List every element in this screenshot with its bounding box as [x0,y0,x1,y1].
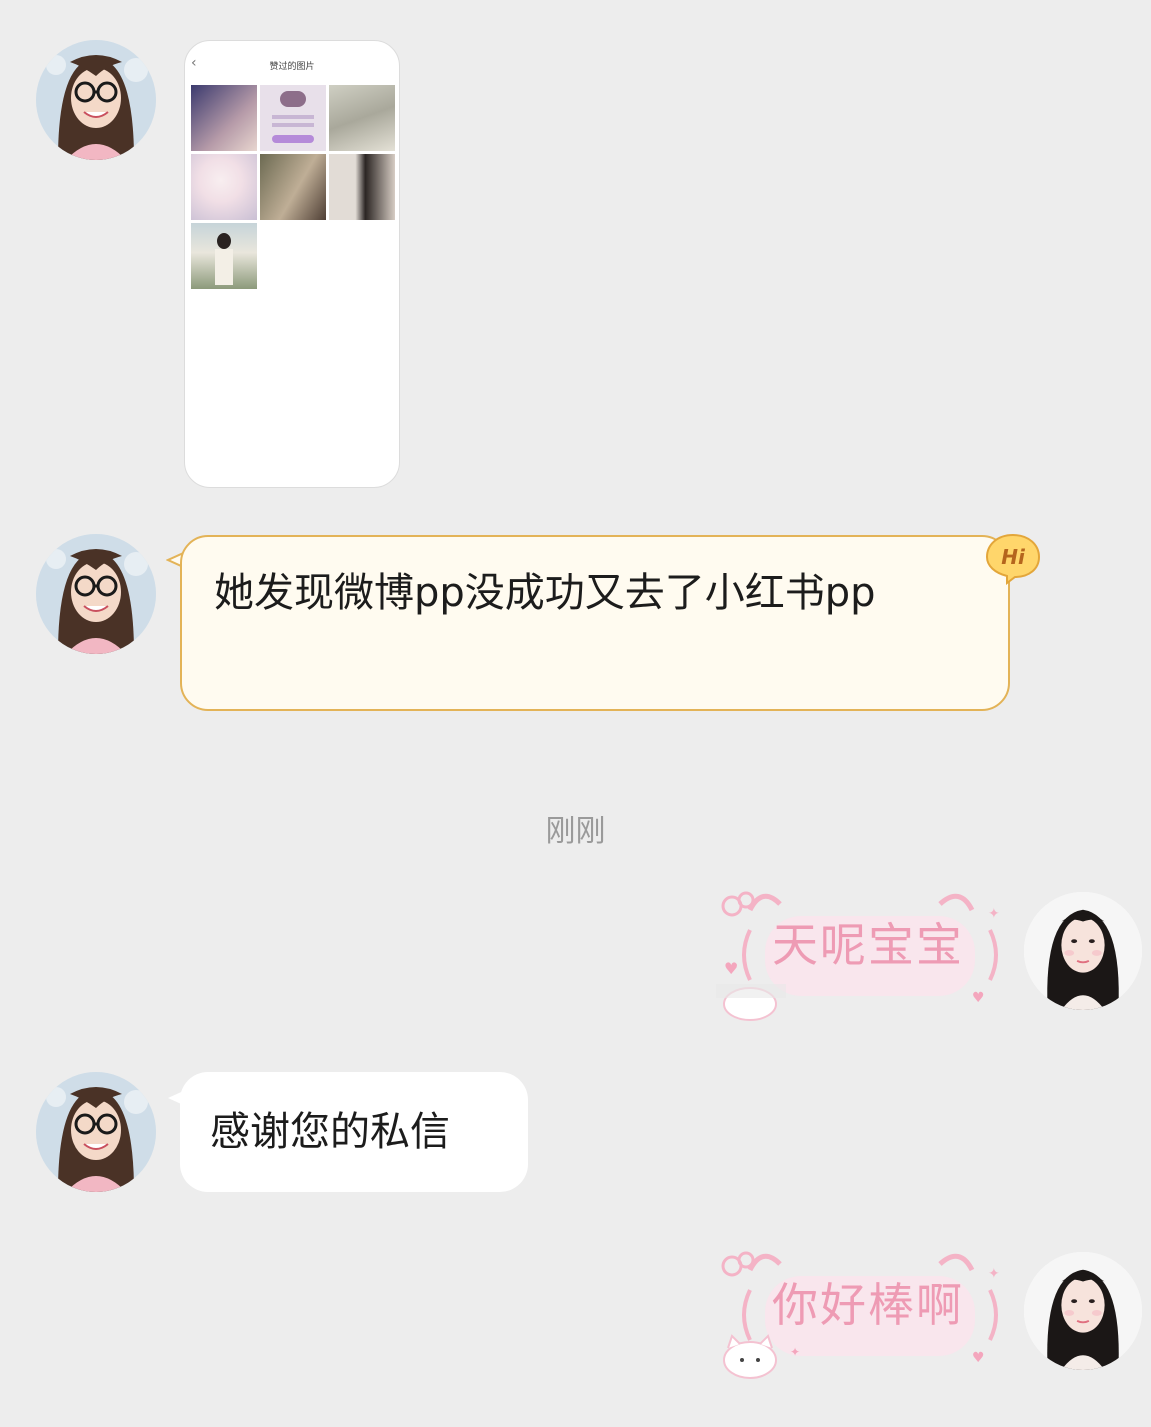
svg-text:♥: ♥ [972,1350,985,1366]
shared-screenshot-image[interactable]: ‹ 赞过的图片 [184,40,400,488]
my-avatar[interactable] [1024,1252,1142,1370]
contact-avatar[interactable] [36,1072,156,1192]
sticker-bubble[interactable]: ✦ ♥ ♥ 天呢宝宝 [710,880,1010,1030]
svg-text:♥: ♥ [972,990,985,1006]
svg-text:♥: ♥ [724,959,738,978]
contact-avatar[interactable] [36,534,156,654]
my-avatar[interactable] [1024,892,1142,1010]
hi-badge-icon: Hi [985,533,1041,585]
grid-photo [260,85,326,151]
svg-text:✦: ✦ [790,1345,800,1359]
grid-photo [191,154,257,220]
screenshot-title: 赞过的图片 [269,62,315,72]
svg-text:Hi: Hi [1001,545,1026,569]
message-bubble[interactable]: 她发现微博pp没成功又去了小红书pp [180,535,1010,711]
sticker-text: 你好棒啊 [772,1278,964,1332]
svg-text:✦: ✦ [988,906,1000,922]
timestamp: 刚刚 [545,814,606,849]
grid-photo [191,223,257,289]
grid-photo [329,154,395,220]
sticker-text: 天呢宝宝 [772,918,964,972]
grid-photo [329,85,395,151]
grid-photo [260,154,326,220]
message-bubble[interactable]: 感谢您的私信 [180,1072,528,1192]
grid-photo [191,85,257,151]
svg-text:✦: ✦ [988,1266,1000,1282]
contact-avatar[interactable] [36,40,156,160]
sticker-bubble[interactable]: ✦ ♥ ✦ 你好棒啊 [710,1240,1010,1390]
